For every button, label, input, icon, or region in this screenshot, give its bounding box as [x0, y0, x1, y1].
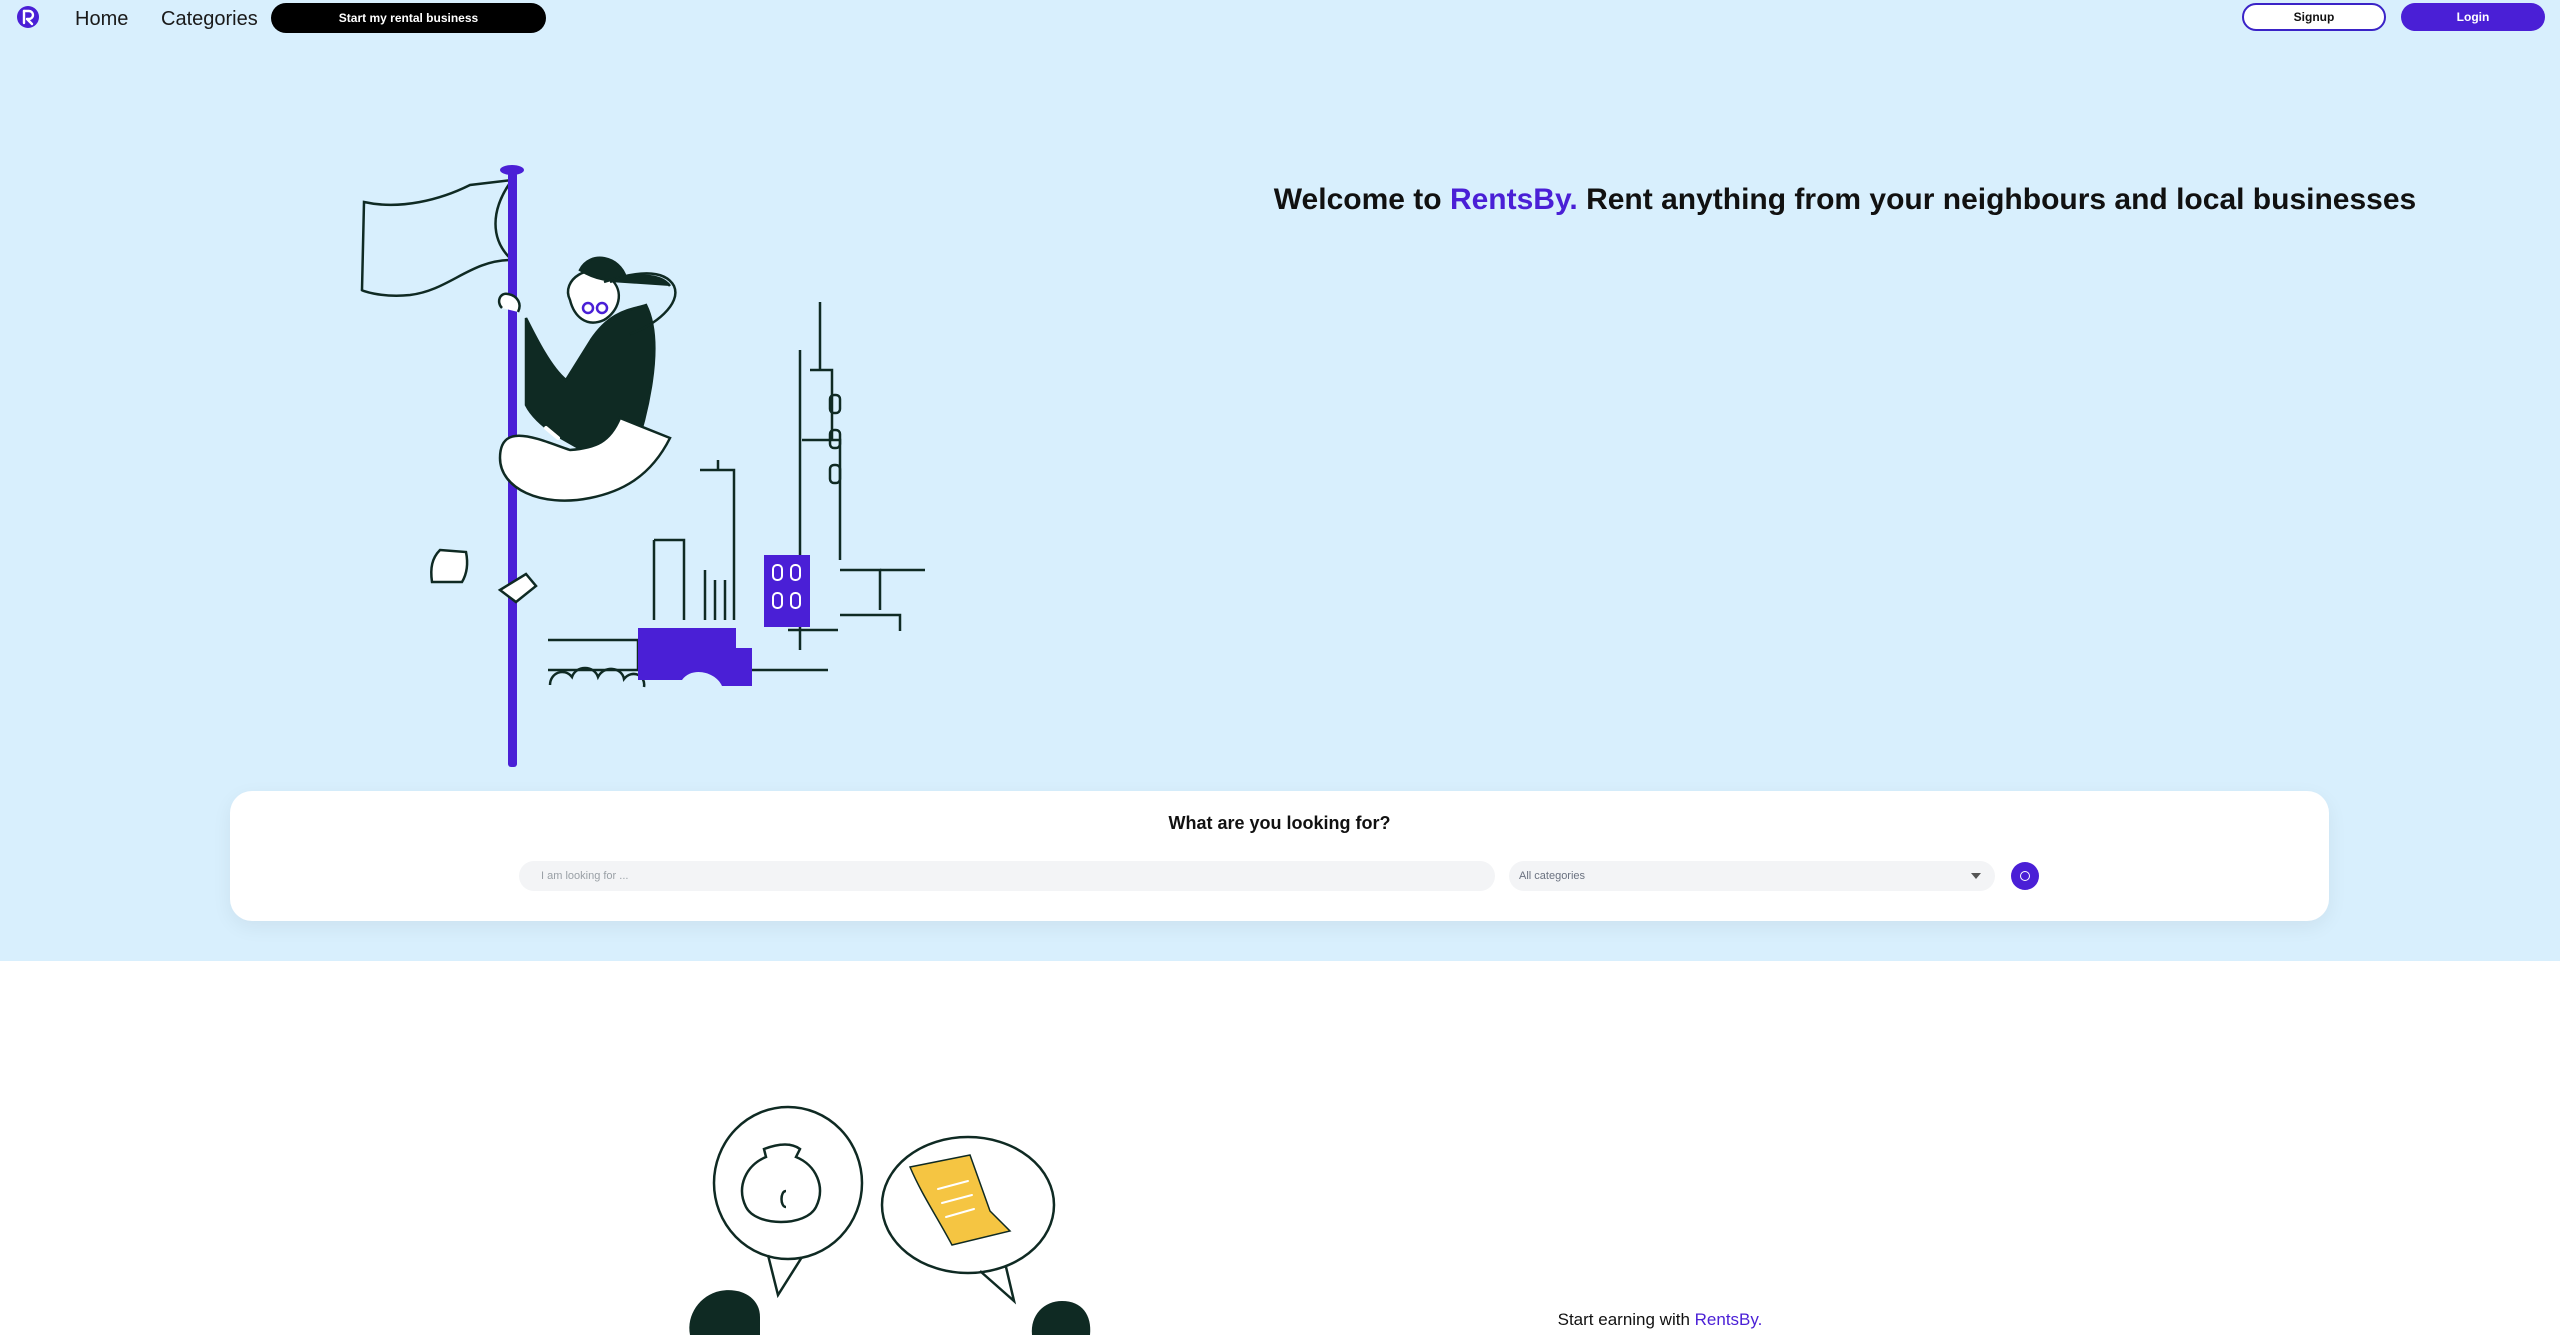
- search-button[interactable]: [2011, 862, 2039, 890]
- hero-illustration: [360, 165, 925, 767]
- category-select-value: All categories: [1519, 870, 1586, 882]
- nav-home-link[interactable]: Home: [75, 6, 128, 32]
- search-card: What are you looking for? All categories: [230, 791, 2329, 921]
- search-heading: What are you looking for?: [1168, 813, 1391, 833]
- hero-section: Home Categories Start my rental business…: [0, 0, 2560, 961]
- chevron-down-icon: [1971, 873, 1981, 879]
- category-select[interactable]: All categories: [1509, 861, 1995, 891]
- search-icon: [2020, 871, 2030, 881]
- nav-categories-link[interactable]: Categories: [161, 6, 258, 32]
- hero-brand-name: RentsBy.: [1449, 183, 1578, 216]
- earn-text-prefix: Start earning with: [1557, 1310, 1695, 1329]
- signup-button[interactable]: Signup: [2242, 3, 2386, 31]
- hero-title-suffix: Rent anything from your neighbours and l…: [1577, 183, 2417, 216]
- hero-title: Welcome to RentsBy. Rent anything from y…: [1270, 178, 2420, 222]
- earn-brand-name: RentsBy.: [1694, 1310, 1763, 1329]
- navbar: Home Categories Start my rental business…: [0, 0, 2560, 36]
- earn-text: Start earning with RentsBy.: [1460, 1310, 1860, 1330]
- hero-title-prefix: Welcome to: [1273, 183, 1450, 216]
- rentsby-logo-icon[interactable]: [16, 5, 40, 29]
- start-rental-business-button[interactable]: Start my rental business: [271, 3, 546, 33]
- search-input[interactable]: [519, 861, 1495, 891]
- earn-illustration: [689, 1105, 1091, 1335]
- login-button[interactable]: Login: [2401, 3, 2545, 31]
